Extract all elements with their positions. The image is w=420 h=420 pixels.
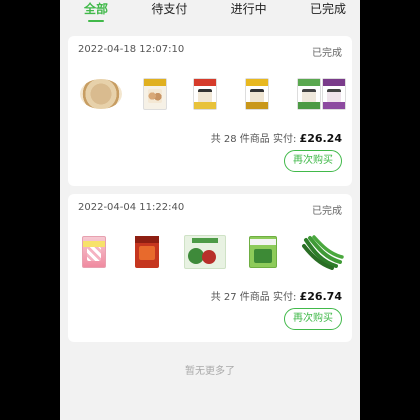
product-image-purple-dumpling-bag [320,76,346,112]
tab-in-progress[interactable]: 进行中 [231,0,267,18]
product-image-rice-plate [78,76,124,112]
order-date: 2022-04-18 12:07:10 [78,44,185,55]
product-thumbnails [78,76,346,112]
item-count-label: 共 27 件商品 实付: [210,292,297,303]
orders-screen: 全部 待支付 进行中 已完成 2022-04-18 12:07:10 已完成 共… [60,0,360,420]
product-image-chili-sauce-bag [132,234,162,270]
item-count-label: 共 28 件商品 实付: [210,134,297,145]
no-more-text: 暂无更多了 [185,366,235,377]
buy-again-button[interactable]: 再次购买 [284,308,342,330]
order-status: 已完成 [312,206,342,217]
paid-amount: £26.24 [299,132,342,145]
product-image-vegetable-box [184,234,228,270]
order-total: 共 28 件商品 实付: £26.24 [211,130,342,145]
product-image-green-vegetable-bag [246,234,278,270]
product-image-yellow-dumpling-bag [242,76,272,112]
tab-all[interactable]: 全部 [84,0,108,18]
order-card[interactable]: 2022-04-18 12:07:10 已完成 共 28 件商品 实付: £26… [68,36,352,186]
order-tabs: 全部 待支付 进行中 已完成 [60,0,360,24]
product-image-fishballs-bag [138,76,172,112]
product-image-red-dumpling-bag [190,76,220,112]
order-date: 2022-04-04 11:22:40 [78,202,185,213]
tab-completed[interactable]: 已完成 [310,0,346,18]
order-status: 已完成 [312,48,342,59]
order-card[interactable]: 2022-04-04 11:22:40 已完成 共 27 件商品 实付: £26… [68,194,352,342]
product-thumbnails [78,234,344,270]
product-image-candy-bag [78,234,112,270]
product-image-green-chili-peppers [300,234,344,270]
order-total: 共 27 件商品 实付: £26.74 [211,288,342,303]
buy-again-button[interactable]: 再次购买 [284,150,342,172]
tab-pending-payment[interactable]: 待支付 [151,0,187,18]
paid-amount: £26.74 [299,290,342,303]
